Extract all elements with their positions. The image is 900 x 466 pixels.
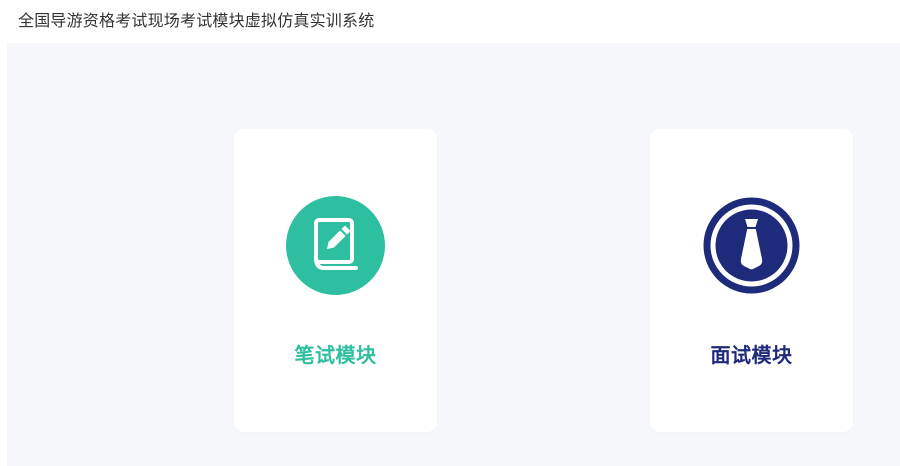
notebook-pen-icon <box>286 196 385 295</box>
necktie-icon <box>702 196 801 295</box>
written-exam-module-label: 笔试模块 <box>294 343 377 367</box>
page-title: 全国导游资格考试现场考试模块虚拟仿真实训系统 <box>18 11 375 30</box>
module-selection-area: 笔试模块 面试模块 <box>7 43 900 466</box>
written-exam-module-card[interactable]: 笔试模块 <box>234 129 437 432</box>
interview-module-card[interactable]: 面试模块 <box>650 129 853 432</box>
app-window: 全国导游资格考试现场考试模块虚拟仿真实训系统 笔试模块 面试模块 <box>0 0 900 466</box>
interview-module-label: 面试模块 <box>710 343 793 367</box>
